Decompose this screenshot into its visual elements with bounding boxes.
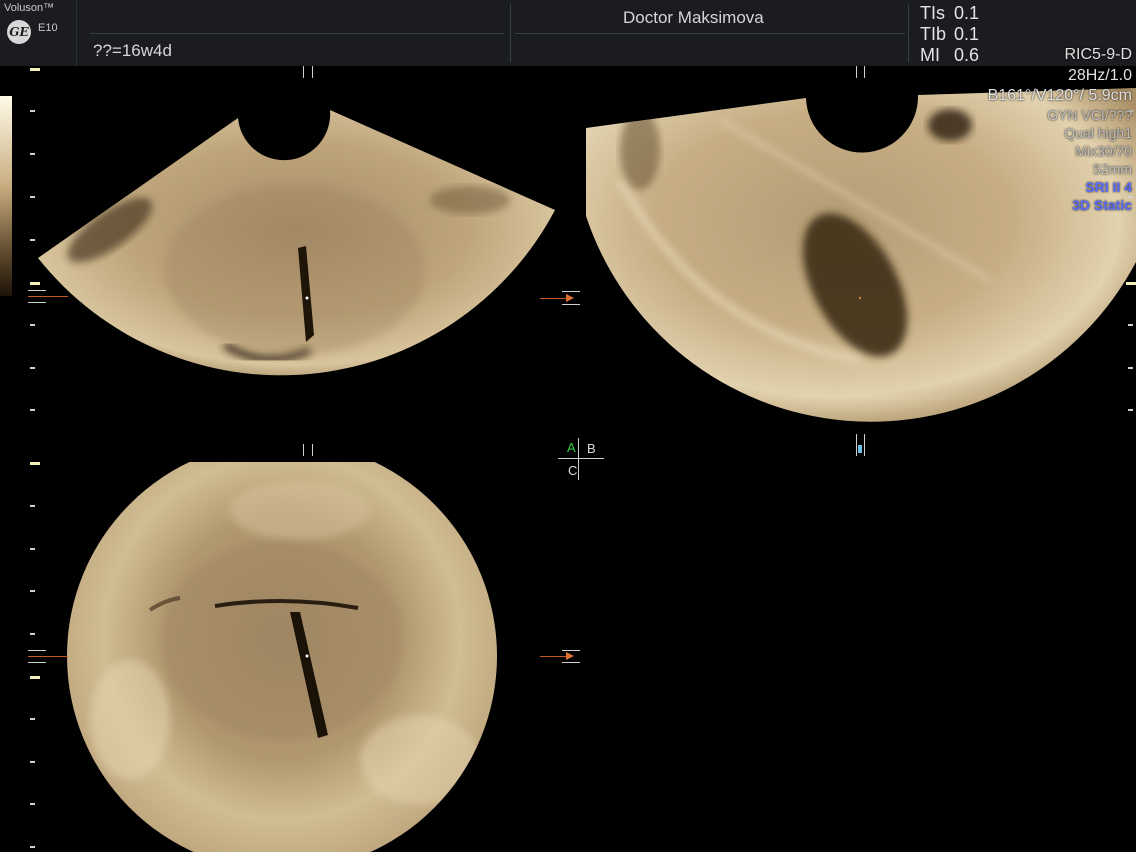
mpr-plane-selector[interactable]: A B C <box>558 438 606 482</box>
marker-tick <box>562 304 580 305</box>
depth-tick <box>30 153 35 155</box>
marker-tick <box>562 291 580 292</box>
depth-tick <box>1128 367 1133 369</box>
preset-name: GYN VCI/??? <box>1047 107 1132 123</box>
volume-angles: B161°/V120°/ 5.9cm <box>987 87 1132 104</box>
depth-tick <box>30 409 35 411</box>
mpr-label-c[interactable]: C <box>568 463 577 478</box>
selector-divider <box>558 458 604 459</box>
view-c-image[interactable] <box>66 440 498 852</box>
depth-tick <box>30 718 35 720</box>
depth-tick <box>1128 409 1133 411</box>
ultrasound-views[interactable] <box>0 0 1136 852</box>
marker-arrow-icon <box>566 294 574 302</box>
view-a-image[interactable] <box>30 100 560 400</box>
depth-tick <box>1128 324 1133 326</box>
depth-tick <box>30 505 35 507</box>
depth-tick <box>30 761 35 763</box>
slice-marker-top-b[interactable] <box>864 66 865 78</box>
marker-tick <box>28 290 46 291</box>
frame-rate: 28Hz/1.0 <box>1067 67 1132 84</box>
depth-tick <box>30 548 35 550</box>
slice-marker-mid-a[interactable] <box>303 444 304 456</box>
grayscale-bar <box>0 96 12 296</box>
horizontal-slice-marker-c-right[interactable] <box>540 656 568 657</box>
view-b-image[interactable] <box>580 85 1136 422</box>
slice-marker-top-b[interactable] <box>856 66 857 78</box>
horizontal-slice-marker-c[interactable] <box>28 656 68 657</box>
horizontal-slice-marker-a[interactable] <box>28 296 68 297</box>
marker-tick <box>28 650 46 651</box>
slice-marker-mid-a[interactable] <box>312 444 313 456</box>
depth-tick <box>30 324 35 326</box>
slice-marker-mid-b[interactable] <box>864 434 865 456</box>
slice-marker-top-a[interactable] <box>312 66 313 78</box>
mpr-label-a[interactable]: A <box>567 440 576 455</box>
horizontal-slice-marker-b[interactable] <box>540 298 568 299</box>
depth-tick <box>30 68 40 71</box>
depth-tick <box>30 803 35 805</box>
sri-setting: SRI II 4 <box>1085 179 1132 195</box>
depth-tick <box>30 367 35 369</box>
depth-tick <box>30 846 35 848</box>
depth-tick <box>30 110 35 112</box>
depth-tick <box>1126 282 1136 285</box>
slice-marker-arrow-icon <box>858 445 862 453</box>
depth-tick <box>30 633 35 635</box>
slice-marker-top-a[interactable] <box>303 66 304 78</box>
mpr-label-b[interactable]: B <box>587 441 596 456</box>
depth-tick <box>30 590 35 592</box>
depth-tick <box>30 239 35 241</box>
probe-name: RIC5-9-D <box>1064 46 1132 63</box>
marker-tick <box>28 662 46 663</box>
depth-tick <box>30 462 40 465</box>
marker-tick <box>562 662 580 663</box>
depth-tick <box>30 196 35 198</box>
quality-setting: Qual high1 <box>1064 125 1132 141</box>
marker-tick <box>28 302 46 303</box>
depth-tick <box>30 676 40 679</box>
acquisition-mode: 3D Static <box>1072 197 1132 213</box>
depth-tick <box>30 282 40 285</box>
marker-tick <box>562 650 580 651</box>
slice-marker-mid-b[interactable] <box>856 434 857 456</box>
slice-thickness: 52mm <box>1093 161 1132 177</box>
mix-setting: Mix30/70 <box>1075 143 1132 159</box>
marker-arrow-icon <box>566 652 574 660</box>
selector-divider <box>578 438 579 480</box>
